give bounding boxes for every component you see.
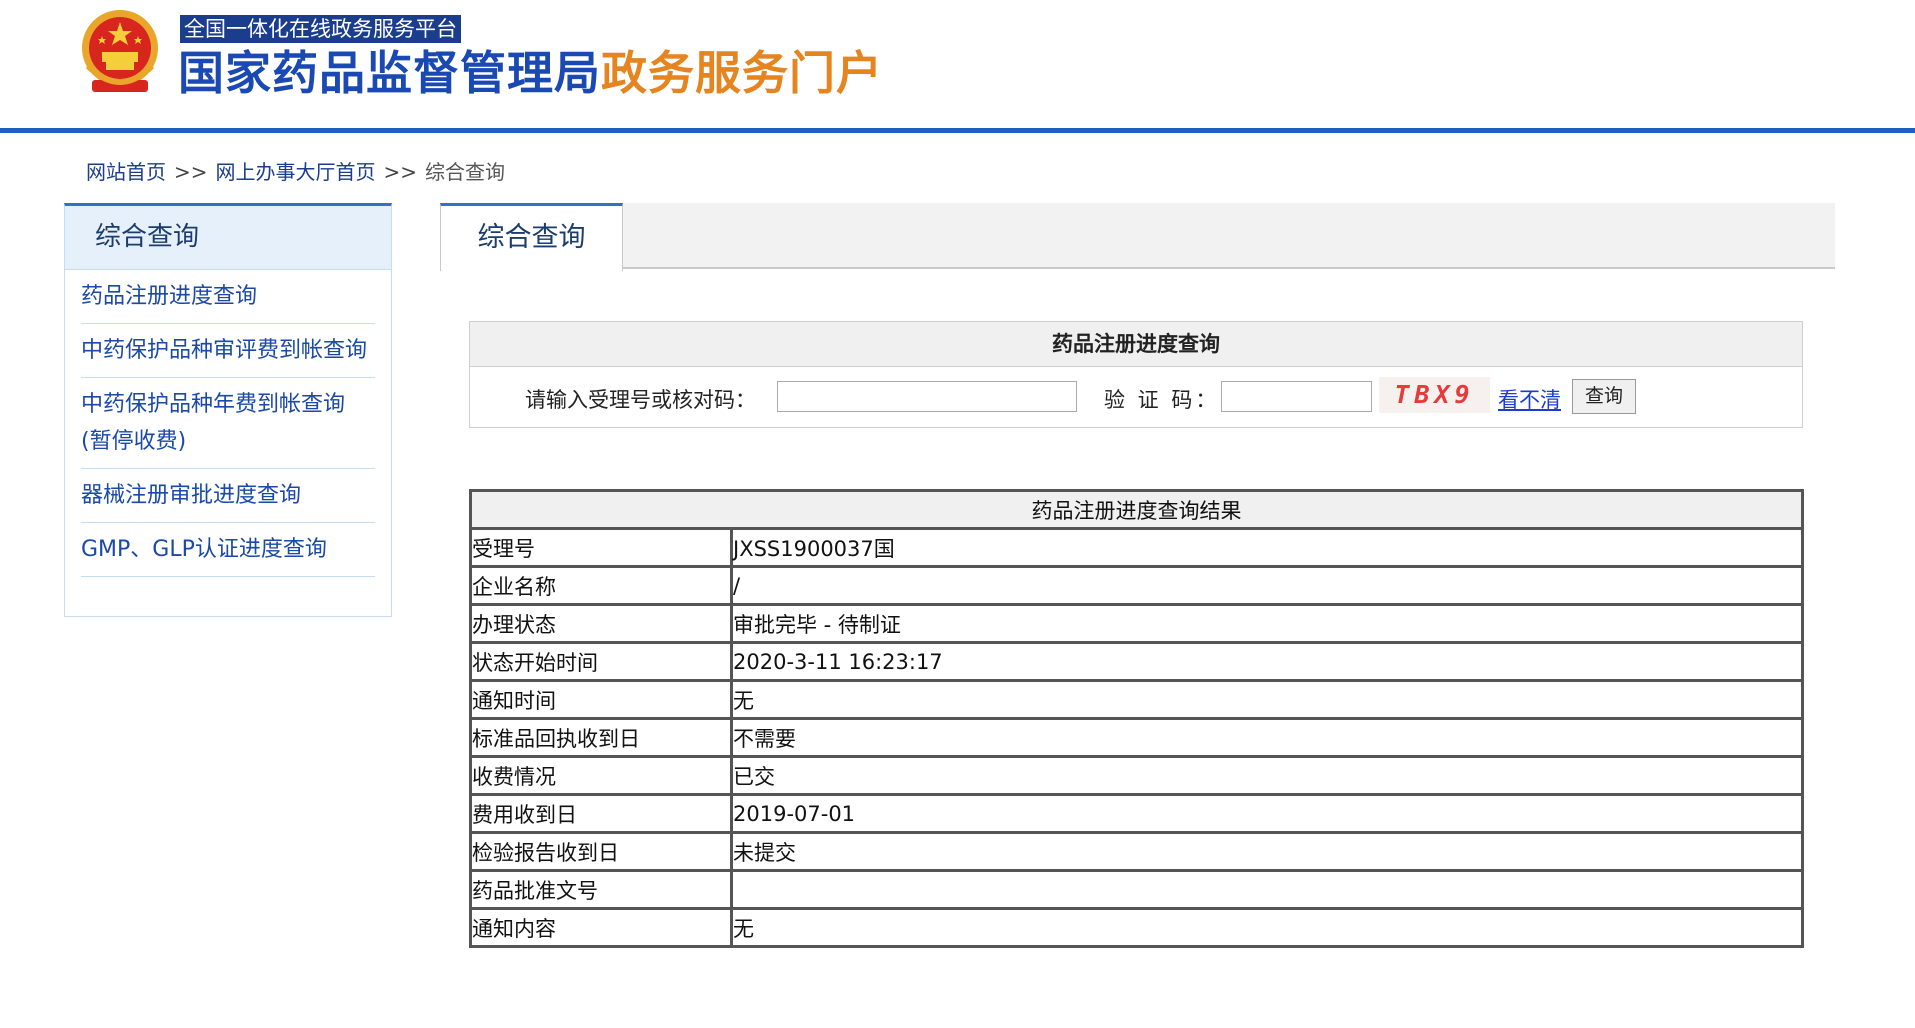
sidebar-item-device-registration[interactable]: 器械注册审批进度查询: [81, 469, 375, 523]
site-title-main: 国家药品监督管理局: [178, 46, 601, 100]
sidebar-item-gmp-glp[interactable]: GMP、GLP认证进度查询: [81, 523, 375, 577]
table-row: 费用收到日 2019-07-01: [469, 793, 1804, 834]
site-title: 国家药品监督管理局政务服务门户: [178, 44, 883, 102]
result-value-company: /: [730, 565, 1804, 606]
result-value-fee-received: 2019-07-01: [730, 793, 1804, 834]
breadcrumb: 网站首页 >> 网上办事大厅首页 >> 综合查询: [86, 156, 505, 185]
result-table-title: 药品注册进度查询结果: [469, 489, 1804, 530]
sidebar-menu: 药品注册进度查询 中药保护品种审评费到帐查询 中药保护品种年费到帐查询(暂停收费…: [81, 270, 375, 577]
sidebar-item-tcm-annual-fee[interactable]: 中药保护品种年费到帐查询(暂停收费): [81, 378, 375, 469]
result-value-notify-content: 无: [730, 907, 1804, 948]
result-label-standard-receipt: 标准品回执收到日: [469, 717, 733, 758]
tab-bar: 综合查询: [440, 203, 1835, 271]
result-value-receipt-number: JXSS1900037国: [730, 527, 1804, 568]
table-row: 标准品回执收到日 不需要: [469, 717, 1804, 758]
result-value-inspection-report: 未提交: [730, 831, 1804, 872]
result-value-status-start: 2020-3-11 16:23:17: [730, 641, 1804, 682]
result-table: 药品注册进度查询结果 受理号 JXSS1900037国 企业名称 / 办理状态 审批完…: [469, 489, 1804, 948]
sidebar-title: 综合查询: [65, 206, 391, 270]
result-label-notify-time: 通知时间: [469, 679, 733, 720]
result-label-approval-number: 药品批准文号: [469, 869, 733, 910]
result-value-status: 审批完毕 - 待制证: [730, 603, 1804, 644]
result-value-fee-status: 已交: [730, 755, 1804, 796]
table-row: 状态开始时间 2020-3-11 16:23:17: [469, 641, 1804, 682]
table-row: 检验报告收到日 未提交: [469, 831, 1804, 872]
query-button[interactable]: 查询: [1572, 379, 1636, 414]
result-label-status: 办理状态: [469, 603, 733, 644]
site-title-accent: 政务服务门户: [601, 46, 883, 100]
site-header: 全国一体化在线政务服务平台 国家药品监督管理局政务服务门户: [0, 0, 1915, 128]
table-row: 通知内容无: [469, 907, 1804, 948]
tab-comprehensive-query[interactable]: 综合查询: [440, 203, 623, 271]
table-row: 企业名称 /: [469, 565, 1804, 606]
breadcrumb-current: 综合查询: [425, 160, 506, 184]
query-form-row: 请输入受理号或核对码： 验 证 码： TBX9 看不清 查询: [470, 367, 1802, 429]
result-label-receipt-number: 受理号: [469, 527, 733, 568]
breadcrumb-hall-link[interactable]: 网上办事大厅首页: [216, 160, 376, 184]
result-value-approval-number: [730, 869, 1804, 910]
result-label-fee-status: 收费情况: [469, 755, 733, 796]
captcha-refresh-link[interactable]: 看不清: [1498, 384, 1561, 414]
header-divider: [0, 128, 1915, 133]
query-panel-title: 药品注册进度查询: [470, 322, 1802, 367]
result-label-notify-content: 通知内容: [469, 907, 733, 948]
captcha-label: 验 证 码：: [1104, 388, 1220, 412]
breadcrumb-home-link[interactable]: 网站首页: [86, 160, 166, 184]
result-value-standard-receipt: 不需要: [730, 717, 1804, 758]
result-label-fee-received: 费用收到日: [469, 793, 733, 834]
sidebar-item-drug-registration[interactable]: 药品注册进度查询: [81, 270, 375, 324]
captcha-image[interactable]: TBX9: [1379, 377, 1490, 413]
receipt-number-input[interactable]: [777, 381, 1077, 412]
platform-tag: 全国一体化在线政务服务平台: [180, 15, 461, 43]
table-row: 收费情况 已交: [469, 755, 1804, 796]
result-table-header-row: 药品注册进度查询结果: [469, 489, 1804, 530]
sidebar-item-tcm-review-fee[interactable]: 中药保护品种审评费到帐查询: [81, 324, 375, 378]
result-value-notify-time: 无: [730, 679, 1804, 720]
table-row: 受理号 JXSS1900037国: [469, 527, 1804, 568]
result-label-inspection-report: 检验报告收到日: [469, 831, 733, 872]
table-row: 通知时间无: [469, 679, 1804, 720]
table-row: 药品批准文号: [469, 869, 1804, 910]
table-row: 办理状态 审批完毕 - 待制证: [469, 603, 1804, 644]
captcha-input[interactable]: [1221, 381, 1372, 412]
result-label-status-start: 状态开始时间: [469, 641, 733, 682]
result-label-company: 企业名称: [469, 565, 733, 606]
breadcrumb-separator: >>: [383, 160, 418, 184]
query-panel: 药品注册进度查询 请输入受理号或核对码： 验 证 码： TBX9 看不清 查询: [469, 321, 1803, 428]
breadcrumb-separator: >>: [174, 160, 208, 184]
receipt-number-label: 请输入受理号或核对码：: [525, 388, 756, 412]
national-emblem-icon: [82, 10, 158, 92]
sidebar: 综合查询 药品注册进度查询 中药保护品种审评费到帐查询 中药保护品种年费到帐查询…: [64, 203, 392, 617]
